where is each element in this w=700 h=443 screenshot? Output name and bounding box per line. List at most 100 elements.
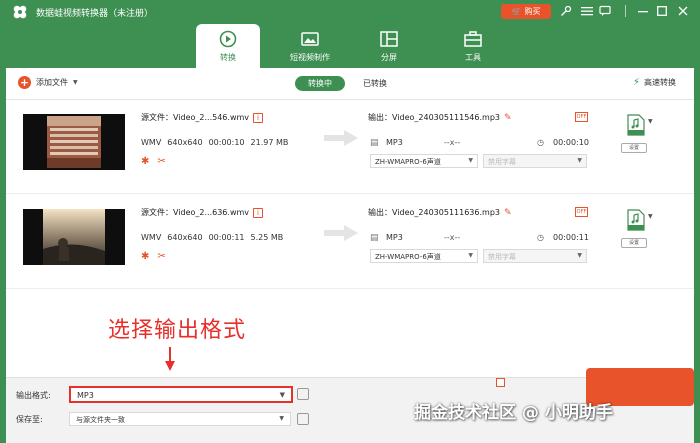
tab-short-video[interactable]: 短视频制作 bbox=[278, 24, 342, 68]
pen-icon[interactable]: ✎ bbox=[504, 208, 512, 218]
chevron-down-icon: ▼ bbox=[468, 157, 473, 164]
audio-track-select[interactable]: ZH-WMAPRO-6声道 ▼ bbox=[370, 154, 478, 168]
tab-tools-label: 工具 bbox=[465, 53, 481, 62]
subtitle-select[interactable]: 禁用字幕 ▼ bbox=[483, 249, 587, 263]
video-thumbnail[interactable] bbox=[23, 114, 125, 170]
output-file-name: 输出：Video_240305111546.mp3 ✎ bbox=[368, 112, 512, 123]
mp3-file-icon[interactable] bbox=[627, 114, 645, 136]
tab-convert[interactable]: 转换 bbox=[196, 24, 260, 68]
source-format: WMV bbox=[141, 233, 162, 242]
subtitle-select[interactable]: 禁用字幕 ▼ bbox=[483, 154, 587, 168]
key-icon[interactable] bbox=[559, 4, 573, 18]
source-format: WMV bbox=[141, 138, 162, 147]
arrow-right-icon bbox=[324, 225, 358, 241]
lightning-icon: ⚡ bbox=[632, 77, 640, 88]
format-icon: ▤ bbox=[370, 138, 379, 148]
cart-icon: 🛒 bbox=[511, 7, 522, 16]
buy-label: 购买 bbox=[524, 7, 541, 16]
settings-button[interactable]: 设置 bbox=[621, 238, 647, 248]
fast-convert-toggle[interactable]: ⚡ 高速转换 bbox=[633, 77, 676, 88]
tab-convert-label: 转换 bbox=[220, 53, 236, 62]
tab-tools[interactable]: 工具 bbox=[441, 24, 505, 68]
minimize-icon[interactable] bbox=[636, 4, 650, 18]
save-path-value: 与源文件夹一致 bbox=[76, 416, 125, 424]
tab-converting[interactable]: 转换中 bbox=[295, 76, 345, 91]
source-file-name: 源文件：Video_2...636.wmv i bbox=[141, 207, 264, 218]
chevron-down-icon[interactable]: ▼ bbox=[648, 213, 653, 220]
output-format: MP3 bbox=[386, 138, 403, 147]
source-file-name: 源文件：Video_2...546.wmv i bbox=[141, 112, 264, 123]
clock-icon: ◷ bbox=[537, 233, 544, 242]
buy-button[interactable]: 🛒 购买 bbox=[501, 4, 551, 19]
format-icon: ▤ bbox=[370, 233, 379, 243]
clock-icon: ◷ bbox=[537, 138, 544, 147]
chevron-down-icon[interactable]: ▼ bbox=[73, 79, 78, 86]
chevron-down-icon: ▼ bbox=[279, 415, 284, 422]
source-duration: 00:00:11 bbox=[208, 233, 245, 242]
folder-icon[interactable] bbox=[297, 413, 309, 425]
arrow-right-icon bbox=[324, 130, 358, 146]
output-resolution: --x-- bbox=[444, 233, 461, 242]
audio-track-select[interactable]: ZH-WMAPRO-6声道 ▼ bbox=[370, 249, 478, 263]
tab-short-video-label: 短视频制作 bbox=[290, 53, 330, 62]
chevron-down-icon: ▼ bbox=[279, 391, 285, 399]
enhance-icon[interactable]: ✱ bbox=[141, 156, 149, 167]
feedback-icon[interactable] bbox=[598, 4, 612, 18]
scissors-icon[interactable]: ✂ bbox=[157, 251, 165, 262]
source-size: 21.97 MB bbox=[250, 138, 289, 147]
output-format-label: 输出格式: bbox=[16, 391, 51, 400]
settings-button[interactable]: 设置 bbox=[621, 143, 647, 153]
save-to-label: 保存至: bbox=[16, 415, 43, 424]
scissors-icon[interactable]: ✂ bbox=[157, 156, 165, 167]
toolbar: + 添加文件 ▼ 转换中 已转换 ⚡ 高速转换 bbox=[6, 68, 694, 100]
app-title: 数据蛙视频转换器（未注册） bbox=[36, 9, 154, 19]
format-settings-icon[interactable] bbox=[297, 388, 309, 400]
merge-checkbox[interactable] bbox=[496, 378, 505, 389]
short-video-icon bbox=[301, 32, 319, 46]
tab-split-screen-label: 分屏 bbox=[381, 53, 397, 62]
output-duration: 00:00:11 bbox=[553, 233, 589, 242]
annotation-label: 选择输出格式 bbox=[108, 318, 247, 343]
save-path-select[interactable]: 与源文件夹一致 ▼ bbox=[69, 412, 291, 426]
chevron-down-icon: ▼ bbox=[577, 252, 582, 259]
tab-split-screen[interactable]: 分屏 bbox=[357, 24, 421, 68]
output-file-name: 输出：Video_240305111636.mp3 ✎ bbox=[368, 207, 512, 218]
audio-track-value: ZH-WMAPRO-6声道 bbox=[375, 253, 441, 261]
convert-icon bbox=[219, 30, 237, 48]
title-bar: 数据蛙视频转换器（未注册） 🛒 购买 转换 短视频制作 分屏 工具 bbox=[0, 0, 700, 68]
watermark: 掘金技术社区 @ 小明助手 bbox=[414, 403, 613, 423]
pen-icon[interactable]: ✎ bbox=[504, 113, 512, 123]
info-icon[interactable]: i bbox=[253, 112, 264, 123]
source-label: 源文件：Video_2...546.wmv bbox=[141, 113, 250, 122]
source-meta: WMV 640x640 00:00:10 21.97 MB bbox=[141, 138, 288, 147]
add-file-button[interactable]: + 添加文件 ▼ bbox=[18, 76, 78, 89]
chevron-down-icon: ▼ bbox=[468, 252, 473, 259]
edit-tools: ✱ ✂ bbox=[141, 156, 166, 167]
add-file-label: 添加文件 bbox=[36, 78, 68, 87]
status-segment: 转换中 已转换 bbox=[295, 76, 387, 91]
source-resolution: 640x640 bbox=[167, 233, 203, 242]
tab-converted[interactable]: 已转换 bbox=[363, 78, 387, 89]
file-row: 源文件：Video_2...636.wmv i WMV 640x640 00:0… bbox=[6, 195, 694, 289]
output-format-select[interactable]: MP3 ▼ bbox=[69, 386, 293, 403]
video-thumbnail[interactable] bbox=[23, 209, 125, 265]
mp3-file-icon[interactable] bbox=[627, 209, 645, 231]
output-label: 输出：Video_240305111636.mp3 bbox=[368, 208, 500, 217]
audio-track-value: ZH-WMAPRO-6声道 bbox=[375, 158, 441, 166]
info-icon[interactable]: i bbox=[253, 207, 264, 218]
source-size: 5.25 MB bbox=[250, 233, 284, 242]
menu-icon[interactable] bbox=[580, 4, 594, 18]
subtitle-value: 禁用字幕 bbox=[488, 158, 516, 166]
source-resolution: 640x640 bbox=[167, 138, 203, 147]
source-meta: WMV 640x640 00:00:11 5.25 MB bbox=[141, 233, 283, 242]
chevron-down-icon[interactable]: ▼ bbox=[648, 118, 653, 125]
output-resolution: --x-- bbox=[444, 138, 461, 147]
enhance-icon[interactable]: ✱ bbox=[141, 251, 149, 262]
separator-bar bbox=[619, 4, 633, 18]
output-format-value: MP3 bbox=[77, 391, 94, 400]
maximize-icon[interactable] bbox=[655, 4, 669, 18]
toolbox-icon bbox=[464, 31, 482, 47]
close-icon[interactable] bbox=[676, 4, 690, 18]
source-duration: 00:00:10 bbox=[208, 138, 245, 147]
output-label: 输出：Video_240305111546.mp3 bbox=[368, 113, 500, 122]
